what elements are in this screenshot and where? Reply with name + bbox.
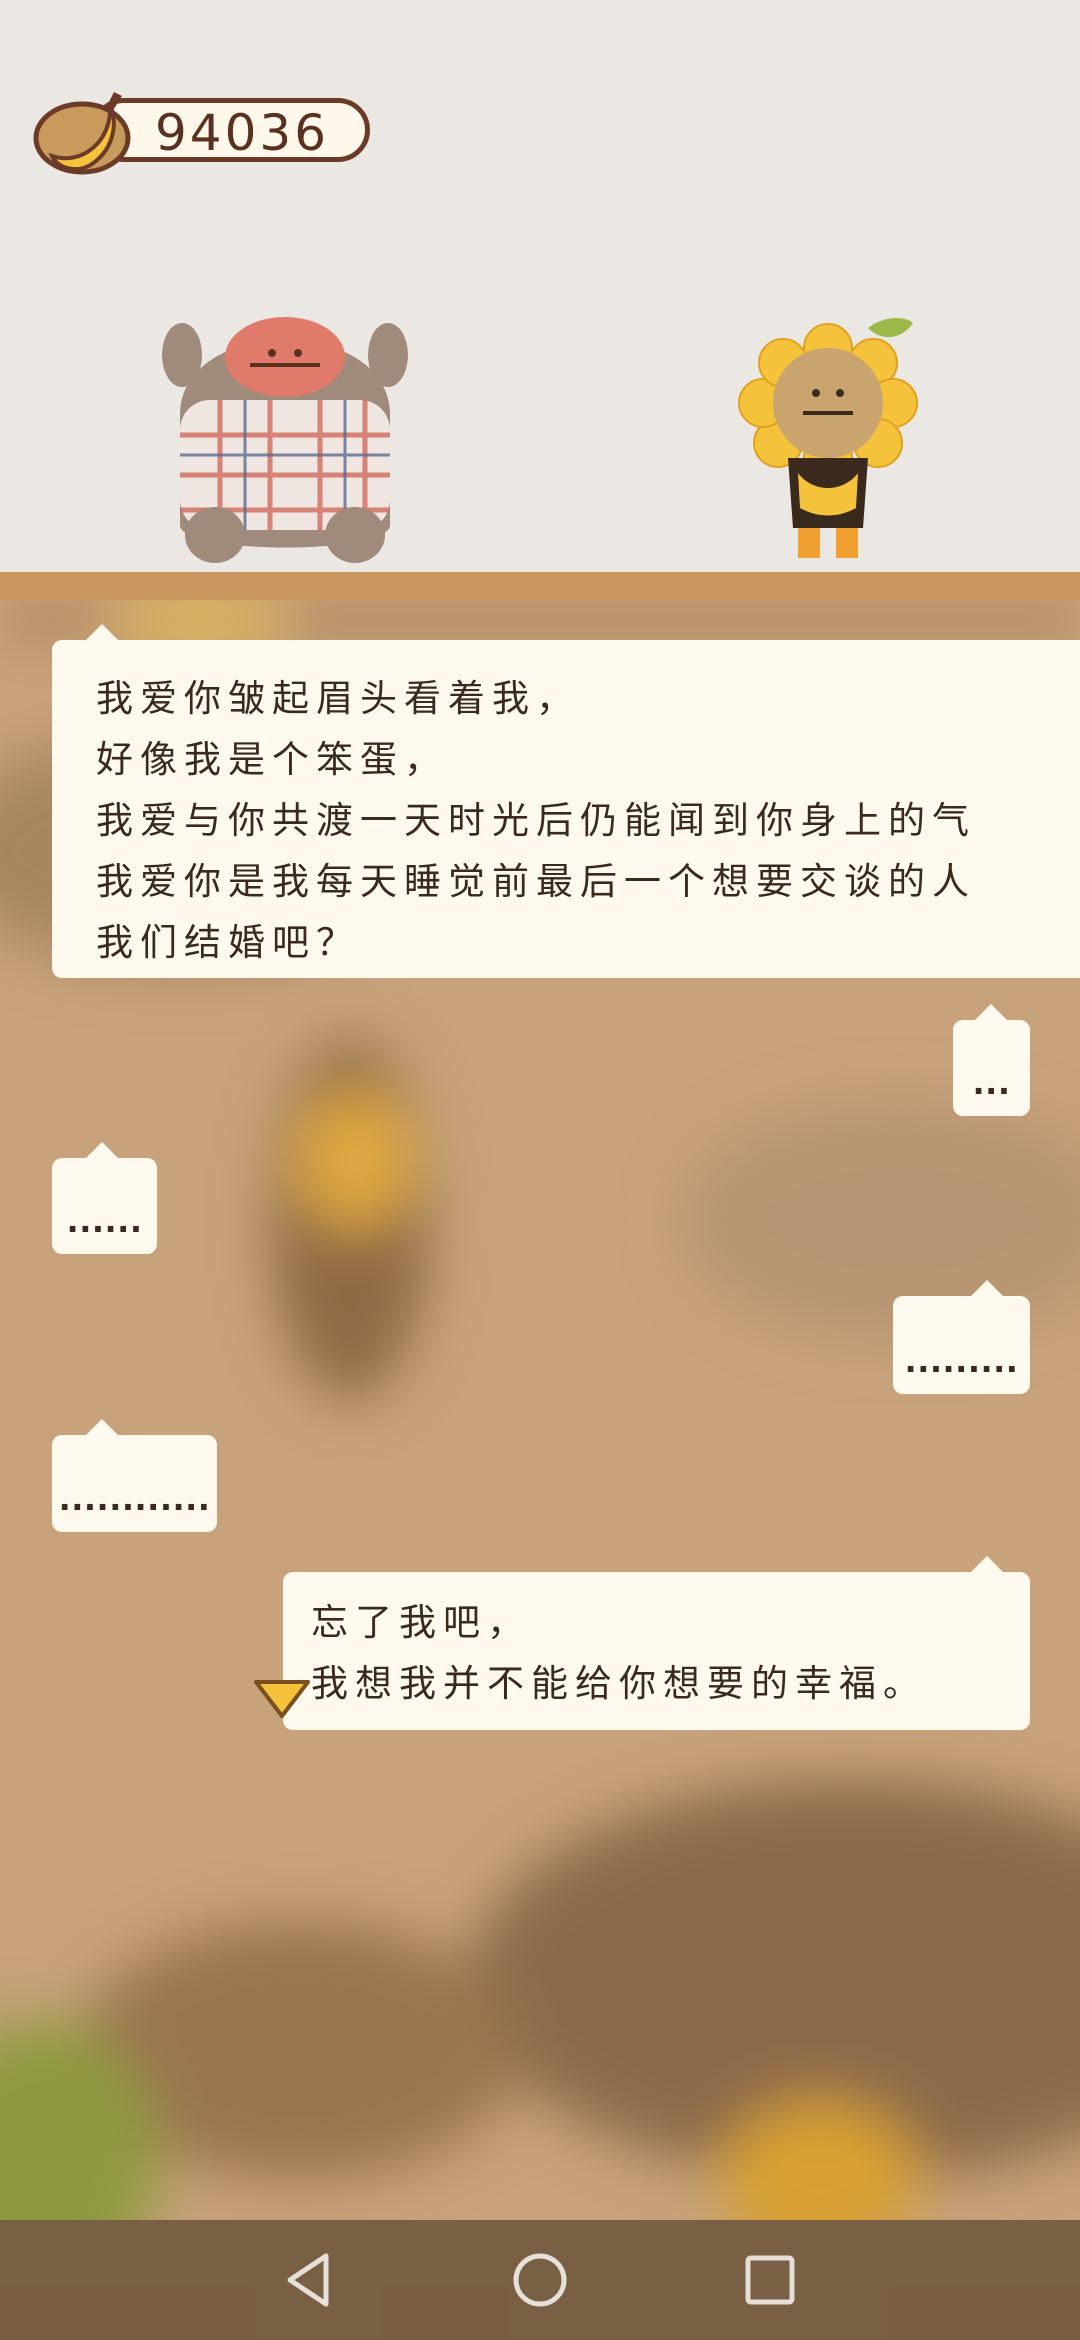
banana-icon: [33, 92, 131, 175]
dialogue-bubble-left-3: ............: [52, 1419, 217, 1532]
dialogue-text: ......: [66, 1202, 143, 1240]
dialogue-bubble-right-2: .........: [893, 1280, 1030, 1394]
dialogue-text: ...: [972, 1064, 1011, 1102]
navigation-bar: [0, 2220, 1080, 2340]
dialogue-text: 忘了我吧， 我想我并不能给你想要的幸福。: [311, 1601, 927, 1705]
dialogue-bubble-right-1: ...: [953, 1004, 1030, 1116]
stage-shelf: [0, 572, 1080, 600]
dialogue-bubble-left-1: 我爱你皱起眉头看着我， 好像我是个笨蛋， 我爱与你共渡一天时光后仍能闻到你身上的…: [52, 624, 1080, 978]
character-stage: 94036: [0, 0, 1080, 572]
recents-square-icon[interactable]: [740, 2250, 800, 2310]
banana-count: 94036: [154, 104, 330, 162]
dialogue-text: ............: [58, 1480, 211, 1518]
banana-counter: 94036: [32, 86, 374, 176]
sunflower-monkey-character[interactable]: [728, 318, 928, 568]
dialogue-bubble-left-2: ......: [52, 1142, 157, 1254]
dialogue-text: .........: [904, 1342, 1019, 1380]
continue-arrow-icon[interactable]: [252, 1676, 312, 1722]
gorilla-character[interactable]: [160, 295, 410, 570]
dialogue-text: 我爱你皱起眉头看着我， 好像我是个笨蛋， 我爱与你共渡一天时光后仍能闻到你身上的…: [96, 677, 976, 964]
home-circle-icon[interactable]: [510, 2250, 570, 2310]
dialogue-bubble-right-3[interactable]: 忘了我吧， 我想我并不能给你想要的幸福。: [283, 1556, 1030, 1730]
game-screen: 94036 我爱你皱起眉头看着我， 好像我是个笨蛋， 我爱与你共渡一天时光后仍能…: [0, 0, 1080, 2340]
back-triangle-icon[interactable]: [278, 2250, 338, 2310]
